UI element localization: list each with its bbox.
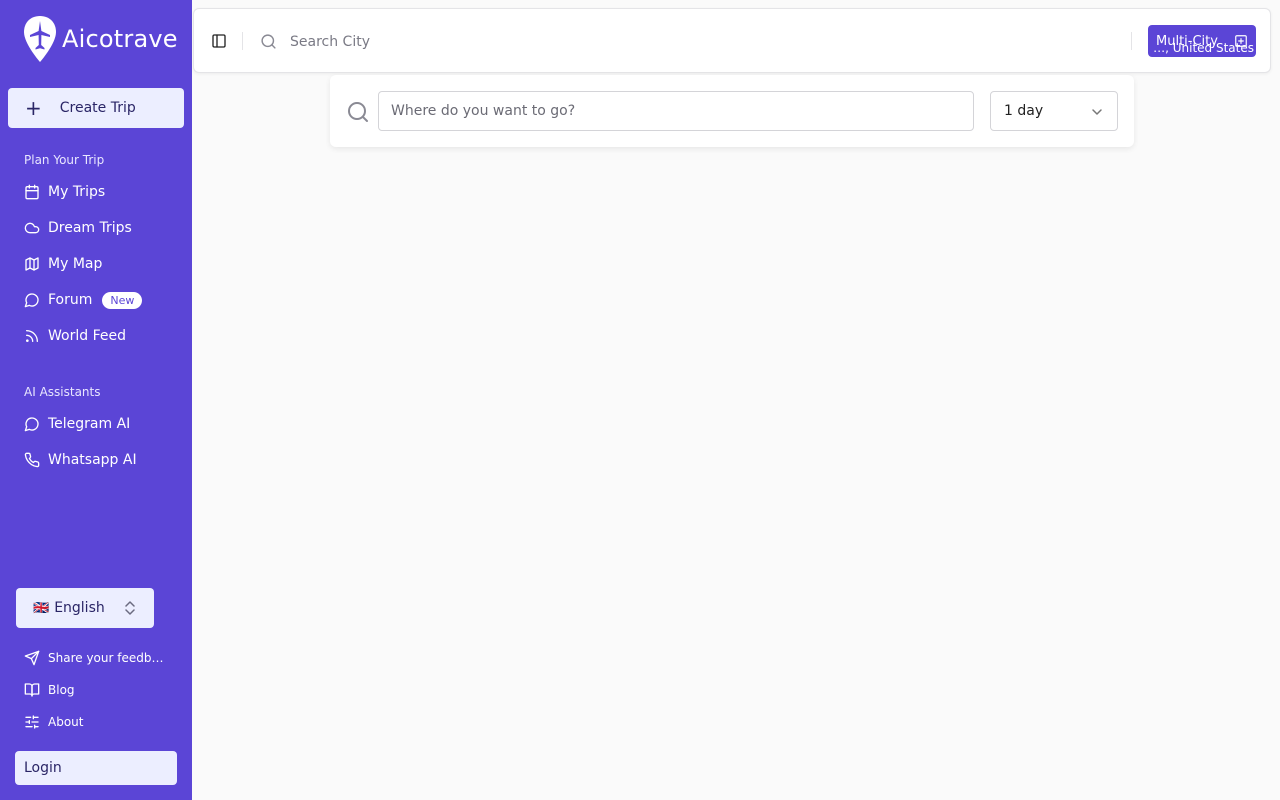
sidebar-item-label: My Map (48, 256, 103, 272)
chevron-down-icon (1092, 109, 1102, 115)
sidebar-item-label: Forum (48, 292, 93, 308)
sidebar-item-telegram-ai[interactable]: Telegram AI (24, 412, 130, 436)
new-badge: New (102, 291, 143, 309)
blog-link[interactable]: Blog (24, 682, 75, 698)
plane-logo-icon (24, 16, 56, 62)
sidebar-item-my-trips[interactable]: My Trips (24, 180, 105, 204)
book-open-icon (24, 683, 40, 697)
about-label: About (48, 715, 84, 729)
plus-icon: + (25, 96, 42, 120)
destination-input[interactable] (378, 91, 974, 131)
section-label-plan: Plan Your Trip (24, 153, 105, 167)
login-button[interactable]: Login (15, 751, 177, 785)
sidebar-item-label: Whatsapp AI (48, 452, 137, 468)
destination-search-panel: 1 day (330, 75, 1134, 147)
search-icon (261, 34, 276, 49)
feedback-label: Share your feedb… (48, 651, 164, 665)
sidebar-item-dream-trips[interactable]: Dream Trips (24, 216, 132, 240)
map-icon (25, 257, 39, 271)
divider (242, 32, 243, 50)
duration-select[interactable]: 1 day (990, 91, 1118, 131)
sidebar-item-my-map[interactable]: My Map (24, 252, 102, 276)
sidebar-item-whatsapp-ai[interactable]: Whatsapp AI (24, 448, 137, 472)
uk-flag-icon: 🇬🇧 (33, 600, 50, 616)
top-bar: Multi-City …, United States (193, 8, 1271, 73)
duration-value: 1 day (1004, 103, 1044, 119)
rss-icon (26, 330, 38, 342)
search-icon (348, 102, 368, 122)
blog-label: Blog (48, 683, 75, 697)
create-trip-button[interactable]: + Create Trip (8, 88, 184, 128)
divider (1131, 32, 1132, 50)
sidebar: Aicotrave + Create Trip Plan Your Trip M… (0, 0, 192, 800)
message-circle-icon (24, 293, 39, 308)
section-label-ai: AI Assistants (24, 385, 101, 399)
chevrons-up-down-icon (125, 601, 135, 615)
create-trip-label: Create Trip (59, 100, 136, 116)
logo[interactable]: Aicotrave (22, 14, 178, 64)
location-text: …, United States (1153, 41, 1254, 55)
sidebar-item-label: Dream Trips (48, 220, 132, 236)
language-select[interactable]: 🇬🇧 English (16, 588, 154, 628)
message-circle-icon (24, 417, 39, 432)
sidebar-item-forum[interactable]: Forum New (24, 288, 143, 312)
calendar-icon (25, 184, 39, 200)
sliders-icon (25, 715, 39, 729)
cloud-icon (24, 222, 40, 234)
feedback-link[interactable]: Share your feedb… (24, 650, 163, 666)
app-name: Aicotrave (62, 25, 178, 53)
panel-left-icon[interactable] (211, 33, 227, 49)
send-icon (24, 650, 40, 666)
sidebar-item-world-feed[interactable]: World Feed (24, 324, 126, 348)
sidebar-item-label: My Trips (48, 184, 106, 200)
sidebar-item-label: World Feed (48, 328, 126, 344)
about-link[interactable]: About (24, 714, 83, 730)
language-value: English (54, 600, 105, 616)
city-search-input[interactable] (290, 29, 990, 55)
sidebar-item-label: Telegram AI (48, 416, 131, 432)
phone-icon (24, 452, 40, 468)
